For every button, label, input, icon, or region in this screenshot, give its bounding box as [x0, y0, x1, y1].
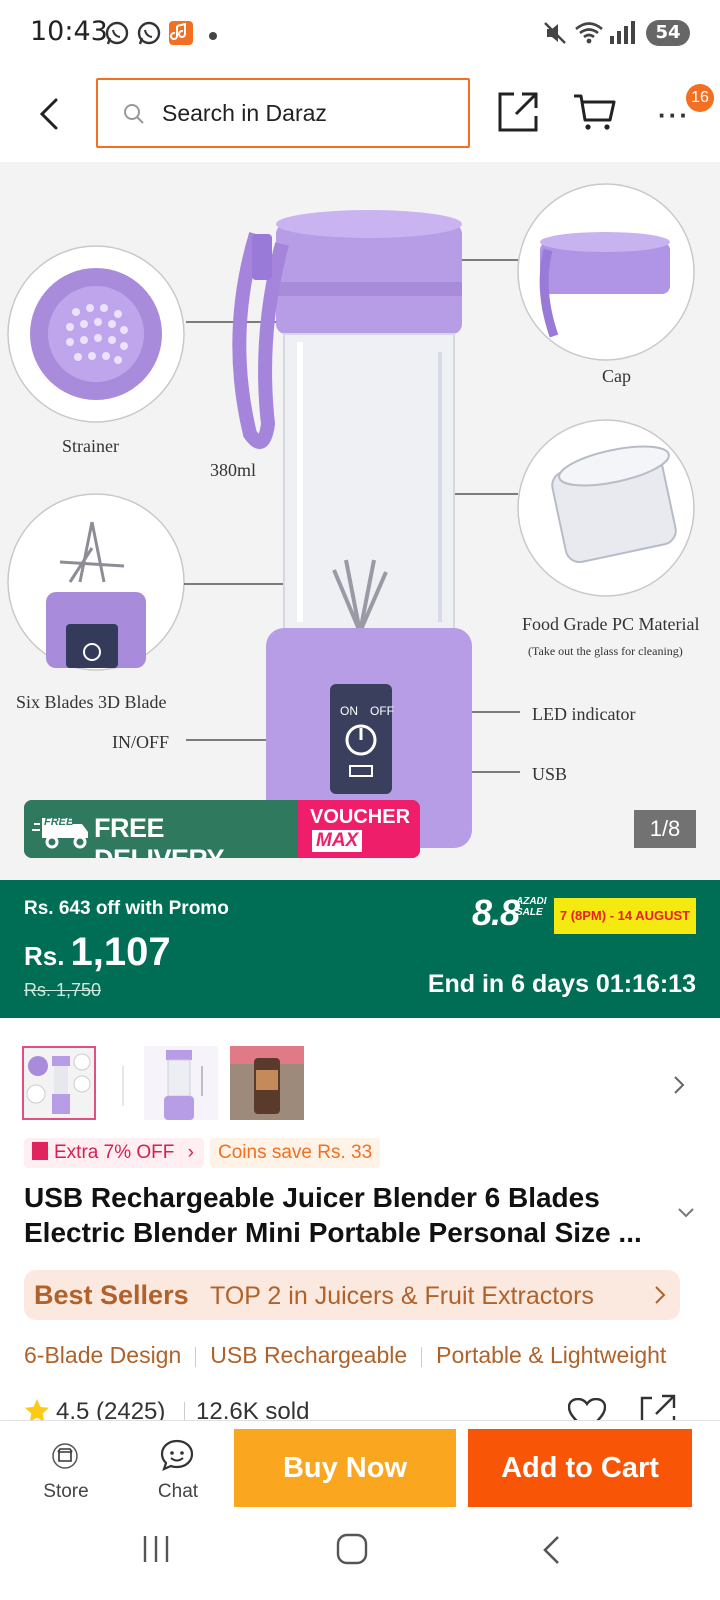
signal-icon: [608, 20, 636, 51]
feature-separator: [421, 1346, 423, 1367]
system-back-button[interactable]: [540, 1534, 564, 1571]
best-sellers-rank: TOP 2 in Juicers & Fruit Extractors: [210, 1282, 594, 1310]
coins-save-tag: Coins save Rs. 33: [210, 1138, 381, 1168]
thumbnail-strip: [0, 1018, 720, 1120]
sale-dates: 7 (8PM) - 14 AUGUST: [554, 898, 696, 934]
label-strainer: Strainer: [62, 436, 119, 456]
extra-off-text: Extra 7% OFF: [54, 1142, 175, 1163]
chat-button[interactable]: Chat: [136, 1429, 220, 1509]
label-blades: Six Blades 3D Blade: [16, 692, 167, 712]
search-input[interactable]: Search in Daraz: [96, 78, 470, 148]
system-navigation-bar: [0, 1520, 720, 1600]
sale-logo: 8.8: [472, 892, 520, 933]
current-price: Rs. 1,107: [24, 930, 171, 975]
whatsapp-icon: [104, 20, 130, 51]
thumbnail-divider: [122, 1066, 124, 1106]
label-food-grade-note: (Take out the glass for cleaning): [528, 644, 683, 658]
label-usb: USB: [532, 764, 568, 784]
cart-button[interactable]: [572, 90, 616, 132]
voucher-max-text: MAX: [312, 830, 363, 852]
bottom-action-bar: Store Chat Buy Now Add to Cart: [0, 1420, 720, 1520]
feature-item: 6-Blade Design: [24, 1342, 182, 1368]
extra-off-tag[interactable]: Extra 7% OFF ›: [24, 1138, 204, 1168]
top-navigation: Search in Daraz ···: [0, 66, 720, 162]
feature-item: USB Rechargeable: [210, 1342, 408, 1368]
notification-badge: 16: [686, 84, 714, 112]
label-food-grade: Food Grade PC Material: [522, 614, 700, 634]
extra-off-chevron-icon: ›: [187, 1142, 194, 1163]
sale-subtitle: AZADI SALE: [516, 896, 547, 918]
sale-countdown: End in 6 days 01:16:13: [427, 970, 696, 998]
mute-icon: [542, 20, 568, 51]
blender-illustration: [7, 183, 695, 848]
back-arrow-icon: [543, 1536, 559, 1564]
best-sellers-banner[interactable]: Best Sellers TOP 2 in Juicers & Fruit Ex…: [24, 1270, 680, 1320]
price-amount: 1,107: [70, 930, 171, 974]
thumbnail-2-image: [144, 1046, 218, 1120]
thumbnail-1[interactable]: [22, 1046, 96, 1120]
label-on: ON: [340, 704, 358, 718]
label-in-off: IN/OFF: [112, 732, 170, 752]
label-led: LED indicator: [532, 704, 636, 724]
add-to-cart-button[interactable]: Add to Cart: [468, 1429, 692, 1507]
home-button[interactable]: [336, 1532, 368, 1571]
price-currency: Rs.: [24, 941, 65, 971]
chevron-right-icon: [654, 1285, 666, 1310]
status-time: 10:43: [30, 16, 108, 47]
free-delivery-banner: FREE FREE DELIVERY VOUCHER MAX: [24, 800, 420, 858]
voucher-max-badge: VOUCHER MAX: [298, 800, 420, 858]
feature-item: Portable & Lightweight: [436, 1342, 667, 1368]
recent-apps-icon: [143, 1536, 169, 1562]
thumbnail-2[interactable]: [144, 1046, 218, 1120]
search-icon: [122, 102, 146, 131]
best-sellers-title: Best Sellers: [34, 1280, 189, 1310]
buy-now-button[interactable]: Buy Now: [234, 1429, 456, 1507]
store-icon: [52, 1443, 78, 1469]
thumbnail-3-image: [230, 1046, 304, 1120]
share-button[interactable]: [496, 88, 540, 134]
free-tag: FREE: [44, 816, 74, 828]
store-button[interactable]: Store: [24, 1429, 108, 1509]
feature-highlights: 6-Blade Design USB Rechargeable Portable &…: [24, 1342, 720, 1376]
chat-label: Chat: [157, 1481, 199, 1502]
image-counter: 1/8: [634, 810, 696, 848]
chevron-down-icon: [678, 1208, 694, 1218]
thumbnails-next-button[interactable]: [672, 1074, 686, 1101]
chat-icon: [160, 1439, 194, 1471]
recent-apps-button[interactable]: [140, 1534, 172, 1569]
original-price: Rs. 1,750: [24, 980, 102, 1000]
store-label: Store: [43, 1481, 89, 1502]
share-icon: [498, 92, 538, 132]
free-delivery-text: FREE DELIVERY: [94, 813, 225, 858]
promo-price-band: Rs. 643 off with Promo Rs. 1,107 Rs. 1,75…: [0, 880, 720, 1018]
product-page: 10:43 54 Search in Daraz ··· 16 Strainer…: [0, 0, 720, 1600]
promo-discount-text: Rs. 643 off with Promo: [24, 898, 229, 919]
chevron-right-icon: [674, 1076, 685, 1094]
home-icon: [336, 1533, 368, 1565]
feature-separator: [195, 1346, 197, 1367]
label-cap: Cap: [602, 366, 631, 386]
label-capacity: 380ml: [210, 460, 257, 480]
back-button[interactable]: [30, 92, 70, 136]
product-image-carousel[interactable]: Strainer 380ml Cap Food Grade PC Materia…: [0, 162, 720, 880]
more-dots-icon: ···: [658, 100, 690, 130]
label-off: OFF: [370, 704, 394, 718]
app-notification-icon: [168, 20, 194, 51]
cart-icon: [574, 94, 616, 130]
thumbnail-1-image: [24, 1048, 94, 1118]
voucher-text: VOUCHER: [310, 806, 411, 828]
voucher-icon: [32, 1142, 48, 1161]
free-delivery-section: FREE FREE DELIVERY: [24, 800, 298, 858]
search-placeholder: Search in Daraz: [162, 100, 327, 126]
delivery-truck-icon: [32, 818, 88, 849]
battery-indicator: 54: [646, 20, 690, 46]
title-expand-button[interactable]: [676, 1206, 696, 1225]
product-title: USB Rechargeable Juicer Blender 6 Blades…: [24, 1182, 642, 1248]
status-bar: 10:43 54: [0, 0, 720, 66]
wifi-icon: [574, 20, 604, 51]
thumbnail-3[interactable]: [230, 1046, 304, 1120]
dot-icon: [208, 28, 218, 46]
chevron-left-icon: [39, 98, 58, 130]
whatsapp-business-icon: [136, 20, 162, 51]
